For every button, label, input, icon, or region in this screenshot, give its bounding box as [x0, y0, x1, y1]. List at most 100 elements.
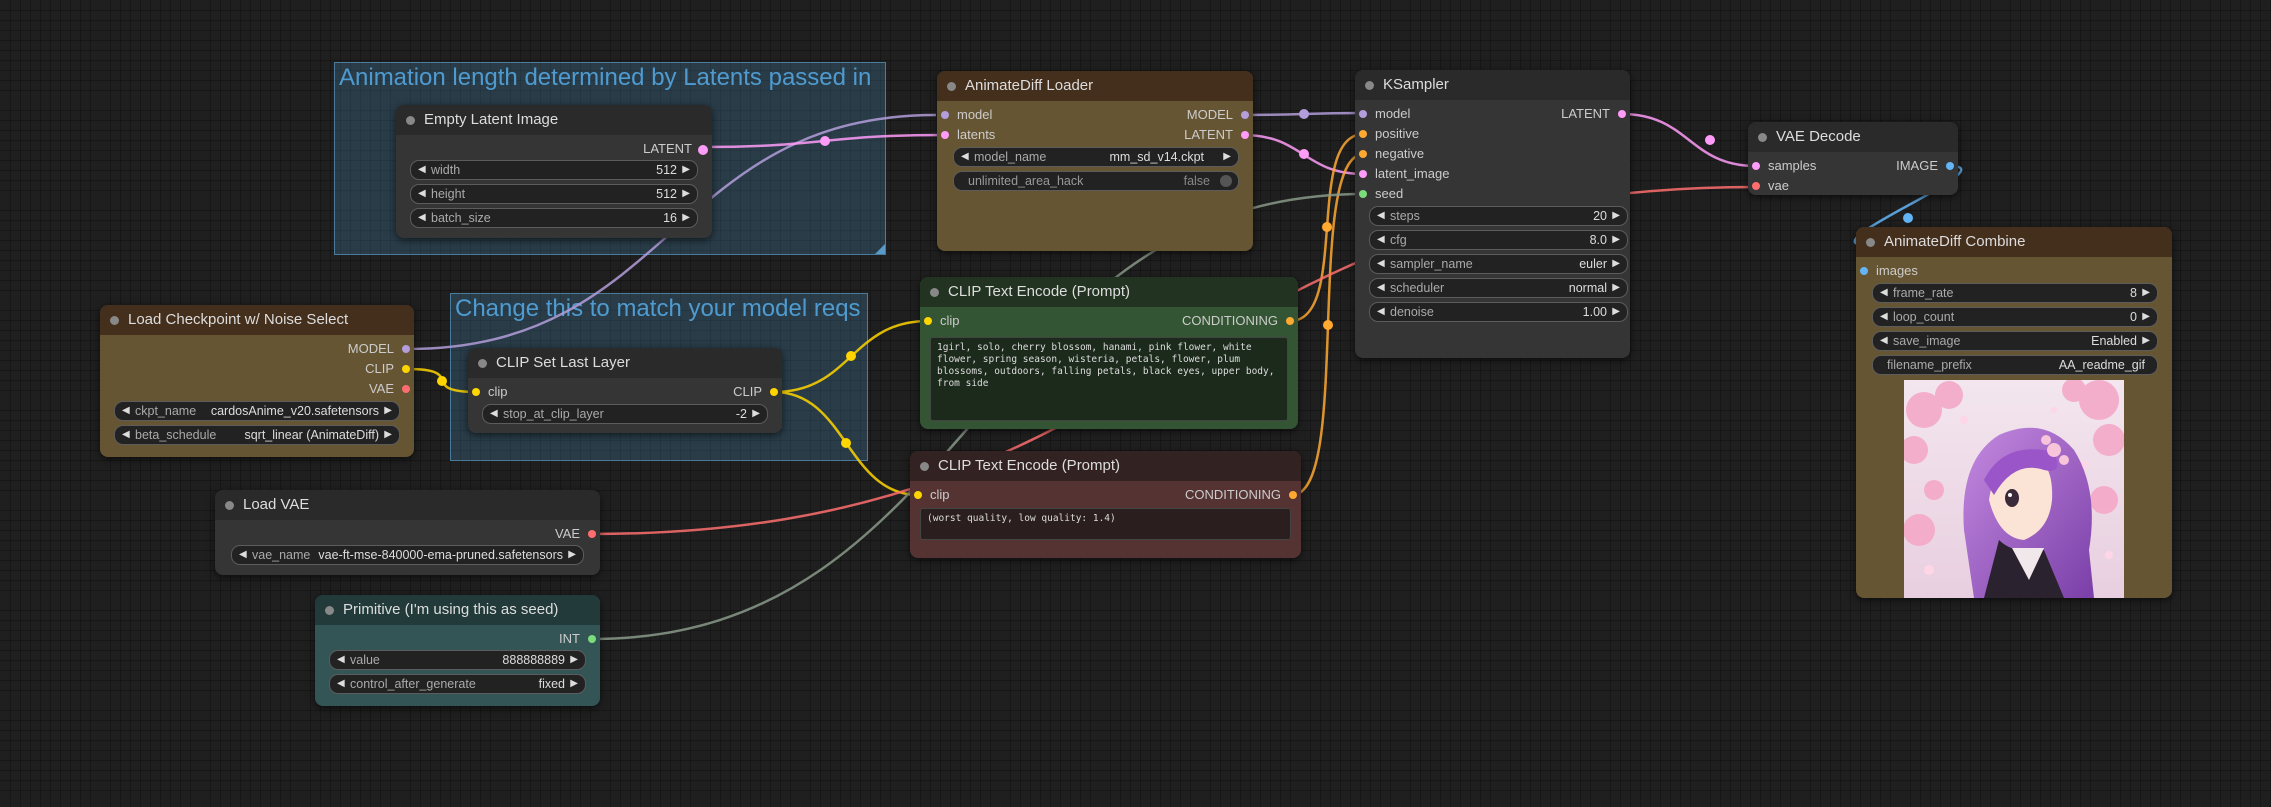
arrow-right-icon: ▶ [1223, 151, 1231, 162]
arrow-left-icon: ◀ [122, 429, 130, 440]
arrow-left-icon: ◀ [1377, 282, 1385, 293]
input-images[interactable]: images [1860, 261, 1918, 281]
node-clip-text-encode-negative[interactable]: CLIP Text Encode (Prompt) clip CONDITION… [910, 451, 1301, 558]
wire-midpoint-handle[interactable] [437, 376, 447, 386]
wire-midpoint-handle[interactable] [1299, 149, 1309, 159]
output-gif-preview [1904, 380, 2124, 598]
wire-midpoint-handle[interactable] [1903, 213, 1913, 223]
node-animatediff-combine[interactable]: AnimateDiff Combine images ◀ frame_rate 8 ▶… [1856, 227, 2172, 598]
collapse-dot[interactable] [406, 116, 415, 125]
arrow-left-icon: ◀ [1880, 335, 1888, 346]
widget-denoise[interactable]: ◀ denoise 1.00 ▶ [1369, 302, 1628, 322]
widget-sampler-name[interactable]: ◀ sampler_name euler ▶ [1369, 254, 1628, 274]
input-seed[interactable]: seed [1359, 184, 1403, 204]
node-graph-canvas[interactable]: Animation length determined by Latents p… [0, 0, 2271, 807]
collapse-dot[interactable] [947, 82, 956, 91]
output-vae[interactable]: VAE [369, 379, 410, 399]
widget-seed-value[interactable]: ◀ value 888888889 ▶ [329, 650, 586, 670]
input-positive[interactable]: positive [1359, 124, 1419, 144]
group-resize-handle[interactable] [875, 244, 885, 254]
widget-control-after-generate[interactable]: ◀ control_after_generate fixed ▶ [329, 674, 586, 694]
node-title: Primitive (I'm using this as seed) [343, 601, 559, 618]
input-latents[interactable]: latents [941, 125, 995, 145]
widget-cfg[interactable]: ◀ cfg 8.0 ▶ [1369, 230, 1628, 250]
node-primitive-seed[interactable]: Primitive (I'm using this as seed) INT ◀… [315, 595, 600, 706]
widget-vae-name[interactable]: ◀ vae_name vae-ft-mse-840000-ema-pruned.sa… [231, 545, 584, 565]
widget-width[interactable]: ◀ width 512 ▶ [410, 160, 698, 180]
output-model[interactable]: MODEL [1187, 105, 1249, 125]
output-clip[interactable]: CLIP [733, 382, 778, 402]
input-clip[interactable]: clip [472, 382, 508, 402]
collapse-dot[interactable] [1365, 81, 1374, 90]
wire-midpoint-handle[interactable] [1322, 222, 1332, 232]
node-title: Load VAE [243, 496, 310, 513]
widget-loop-count[interactable]: ◀ loop_count 0 ▶ [1872, 307, 2158, 327]
output-latent[interactable]: LATENT [1561, 104, 1626, 124]
node-animatediff-loader[interactable]: AnimateDiff Loader model latents MODEL L… [937, 71, 1253, 251]
widget-beta-schedule[interactable]: ◀ beta_schedule sqrt_linear (AnimateDiff) ▶ [114, 425, 400, 445]
widget-model-name[interactable]: ◀ model_name mm_sd_v14.ckpt ▶ [953, 147, 1239, 167]
wire-midpoint-handle[interactable] [1299, 109, 1309, 119]
node-title: VAE Decode [1776, 128, 1861, 145]
widget-unlimited-area-hack[interactable]: unlimited_area_hack false [953, 171, 1239, 191]
collapse-dot[interactable] [325, 606, 334, 615]
node-ksampler[interactable]: KSampler model positive negative latent_… [1355, 70, 1630, 358]
collapse-dot[interactable] [478, 359, 487, 368]
output-clip[interactable]: CLIP [365, 359, 410, 379]
collapse-dot[interactable] [920, 462, 929, 471]
node-title: AnimateDiff Loader [965, 77, 1094, 94]
input-clip[interactable]: clip [924, 311, 960, 331]
widget-save-image[interactable]: ◀ save_image Enabled ▶ [1872, 331, 2158, 351]
widget-scheduler[interactable]: ◀ scheduler normal ▶ [1369, 278, 1628, 298]
collapse-dot[interactable] [1758, 133, 1767, 142]
input-negative[interactable]: negative [1359, 144, 1424, 164]
widget-height[interactable]: ◀ height 512 ▶ [410, 184, 698, 204]
positive-prompt-textarea[interactable]: 1girl, solo, cherry blossom, hanami, pin… [930, 337, 1288, 421]
node-title: KSampler [1383, 76, 1449, 93]
input-model[interactable]: model [1359, 104, 1410, 124]
widget-ckpt-name[interactable]: ◀ ckpt_name cardosAnime_v20.safetensors ▶ [114, 401, 400, 421]
node-vae-decode[interactable]: VAE Decode samples vae IMAGE [1748, 122, 1958, 195]
node-empty-latent-image[interactable]: Empty Latent Image LATENT ◀ width 512 ▶ ◀ he… [396, 105, 712, 238]
wire-ksampler-latent-to-decode [1621, 112, 1757, 168]
negative-prompt-textarea[interactable]: (worst quality, low quality: 1.4) [920, 508, 1291, 540]
output-latent[interactable]: LATENT [643, 139, 708, 159]
input-model[interactable]: model [941, 105, 992, 125]
wire-loader-model-to-ksampler [1242, 111, 1365, 117]
input-clip[interactable]: clip [914, 485, 950, 505]
node-clip-set-last-layer[interactable]: CLIP Set Last Layer clip CLIP ◀ stop_at_c… [468, 348, 782, 433]
node-clip-text-encode-positive[interactable]: CLIP Text Encode (Prompt) clip CONDITION… [920, 277, 1298, 429]
group-title: Change this to match your model reqs [455, 295, 861, 322]
collapse-dot[interactable] [110, 316, 119, 325]
arrow-left-icon: ◀ [1377, 234, 1385, 245]
arrow-left-icon: ◀ [239, 549, 247, 560]
input-vae[interactable]: vae [1752, 176, 1789, 196]
toggle-knob[interactable] [1220, 175, 1232, 187]
output-image[interactable]: IMAGE [1896, 156, 1954, 176]
output-model[interactable]: MODEL [348, 339, 410, 359]
wire-midpoint-handle[interactable] [1323, 320, 1333, 330]
collapse-dot[interactable] [930, 288, 939, 297]
widget-stop-at-clip-layer[interactable]: ◀ stop_at_clip_layer -2 ▶ [482, 404, 768, 424]
widget-steps[interactable]: ◀ steps 20 ▶ [1369, 206, 1628, 226]
widget-batch-size[interactable]: ◀ batch_size 16 ▶ [410, 208, 698, 228]
wire-midpoint-handle[interactable] [1705, 135, 1715, 145]
output-conditioning[interactable]: CONDITIONING [1182, 311, 1294, 331]
node-title: CLIP Text Encode (Prompt) [938, 457, 1121, 474]
wire-neg-cond-to-ksampler [1291, 152, 1365, 497]
arrow-right-icon: ▶ [568, 549, 576, 560]
output-conditioning[interactable]: CONDITIONING [1185, 485, 1297, 505]
arrow-left-icon: ◀ [418, 188, 426, 199]
node-title: CLIP Set Last Layer [496, 354, 630, 371]
node-load-vae[interactable]: Load VAE VAE ◀ vae_name vae-ft-mse-840000-… [215, 490, 600, 575]
node-load-checkpoint[interactable]: Load Checkpoint w/ Noise Select MODEL CL… [100, 305, 414, 457]
output-int[interactable]: INT [559, 629, 596, 649]
collapse-dot[interactable] [1866, 238, 1875, 247]
input-latent-image[interactable]: latent_image [1359, 164, 1449, 184]
widget-filename-prefix[interactable]: filename_prefix AA_readme_gif [1872, 355, 2158, 375]
widget-frame-rate[interactable]: ◀ frame_rate 8 ▶ [1872, 283, 2158, 303]
input-samples[interactable]: samples [1752, 156, 1816, 176]
collapse-dot[interactable] [225, 501, 234, 510]
output-latent[interactable]: LATENT [1184, 125, 1249, 145]
output-vae[interactable]: VAE [555, 524, 596, 544]
